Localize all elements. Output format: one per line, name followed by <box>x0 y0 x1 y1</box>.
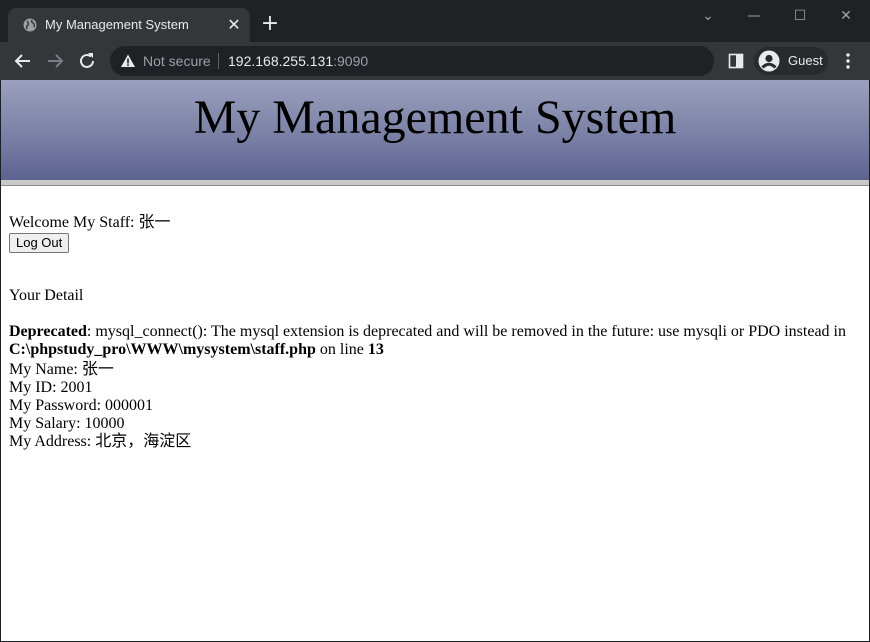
detail-salary: My Salary: 10000 <box>9 415 125 432</box>
site-header: My Management System <box>1 80 869 180</box>
side-panel-icon[interactable] <box>728 53 744 69</box>
page-viewport: My Management System Welcome My Staff: 张… <box>1 80 869 641</box>
detail-address: My Address: 北京，海淀区 <box>9 433 192 450</box>
guest-avatar-icon <box>758 50 780 72</box>
tab-title: My Management System <box>45 17 189 32</box>
browser-toolbar: Not secure 192.168.255.131:9090 Guest <box>0 42 870 80</box>
address-bar[interactable]: Not secure 192.168.255.131:9090 <box>110 46 714 76</box>
warning-path: C:\phpstudy_pro\WWW\mysystem\staff.php <box>9 341 316 358</box>
warning-triangle-icon[interactable] <box>120 53 136 69</box>
staff-detail-list: My Name: 张一 My ID: 2001 My Password: 000… <box>9 361 861 451</box>
new-tab-button[interactable]: + <box>260 13 280 35</box>
tab-search-dropdown-icon[interactable]: ⌄ <box>696 6 720 26</box>
reload-icon[interactable] <box>75 49 99 73</box>
profile-button[interactable]: Guest <box>754 47 828 75</box>
globe-icon <box>23 18 37 32</box>
close-window-button[interactable]: ✕ <box>834 6 858 26</box>
header-divider <box>1 180 869 186</box>
forward-arrow-icon[interactable] <box>43 49 67 73</box>
detail-heading: Your Detail <box>9 287 84 304</box>
logout-button[interactable]: Log Out <box>9 233 70 253</box>
welcome-text: Welcome My Staff: 张一 <box>9 214 171 231</box>
warning-message: : mysql_connect(): The mysql extension i… <box>86 323 846 340</box>
url-port: :9090 <box>333 53 369 69</box>
detail-name: My Name: 张一 <box>9 361 114 378</box>
address-divider <box>218 53 219 69</box>
url-text[interactable]: 192.168.255.131:9090 <box>228 53 368 69</box>
tab-close-icon[interactable]: ✕ <box>226 17 242 33</box>
detail-id: My ID: 2001 <box>9 379 93 396</box>
detail-password: My Password: 000001 <box>9 397 154 414</box>
warning-on-line: on line <box>315 341 368 358</box>
warning-line-number: 13 <box>367 341 384 358</box>
minimize-button[interactable]: — <box>742 6 766 26</box>
main-content: Welcome My Staff: 张一 Log Out Your Detail… <box>9 214 861 451</box>
url-host: 192.168.255.131 <box>228 53 334 69</box>
not-secure-label[interactable]: Not secure <box>143 53 211 69</box>
back-arrow-icon[interactable] <box>11 49 35 73</box>
site-title: My Management System <box>193 91 677 144</box>
profile-label: Guest <box>788 53 823 68</box>
php-deprecation-warning: Deprecated: mysql_connect(): The mysql e… <box>9 323 861 359</box>
maximize-button[interactable]: ☐ <box>788 6 812 26</box>
warning-prefix: Deprecated <box>9 323 87 340</box>
browser-titlebar: My Management System ✕ + ⌄ — ☐ ✕ <box>0 0 870 42</box>
browser-tab[interactable]: My Management System ✕ <box>8 8 250 42</box>
more-menu-icon[interactable] <box>840 52 856 70</box>
